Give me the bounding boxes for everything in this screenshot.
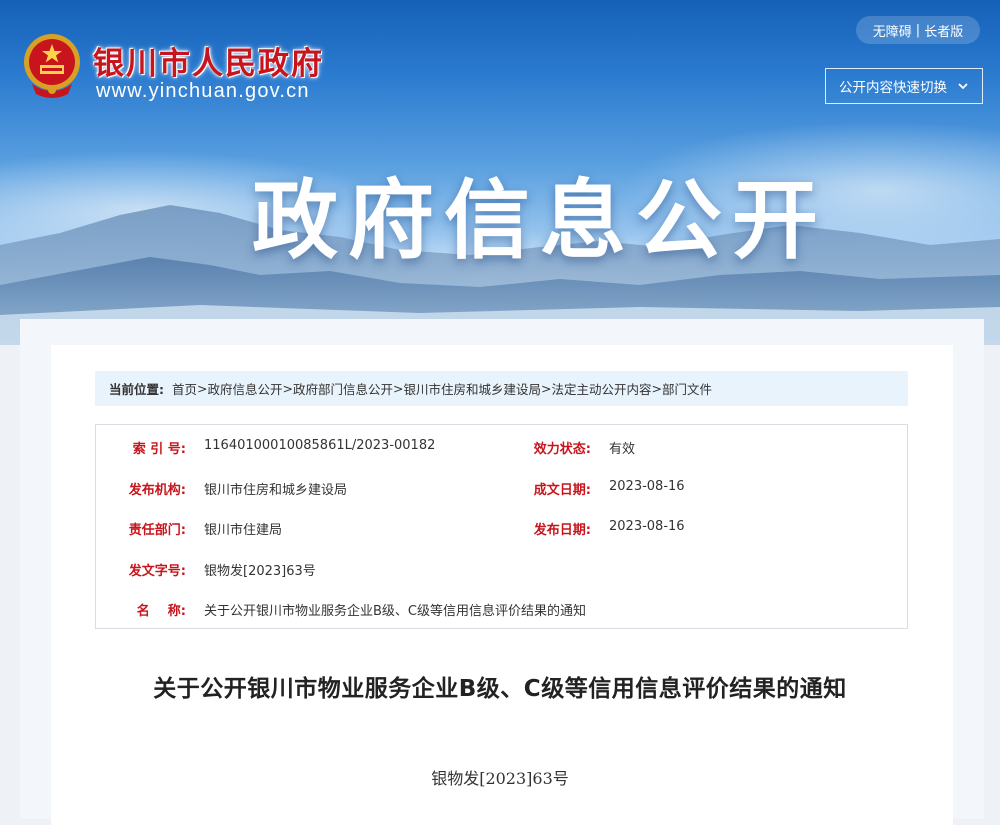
status-label: 效力状态:: [533, 442, 591, 457]
breadcrumb-separator: >: [651, 381, 662, 396]
created-date-label: 成文日期:: [533, 483, 591, 498]
breadcrumb: 当前位置: 首页 > 政府信息公开 > 政府部门信息公开 > 银川市住房和城乡建…: [95, 371, 908, 406]
site-name[interactable]: 银川市人民政府: [93, 38, 324, 83]
national-emblem-icon: [24, 34, 80, 98]
status-value: 有效: [609, 442, 636, 457]
breadcrumb-item-gov-info[interactable]: 政府信息公开: [208, 379, 283, 398]
breadcrumb-item-housing-bureau[interactable]: 银川市住房和城乡建设局: [404, 379, 542, 398]
quick-switch-dropdown[interactable]: 公开内容快速切换: [825, 68, 983, 104]
published-date-label: 发布日期:: [533, 523, 591, 538]
publisher-value: 银川市住房和城乡建设局: [204, 483, 348, 498]
banner-title: 政府信息公开: [252, 171, 828, 271]
name-label: 名 称:: [136, 604, 186, 619]
breadcrumb-item-statutory[interactable]: 法定主动公开内容: [552, 379, 652, 398]
dept-label: 责任部门:: [128, 523, 186, 538]
published-date-value: 2023-08-16: [609, 519, 685, 534]
header-banner: 银川市人民政府 www.yinchuan.gov.cn 无障碍 | 长者版 公开…: [0, 0, 1000, 345]
document-number: 银物发[2023]63号: [431, 769, 569, 788]
link-separator: |: [915, 22, 921, 38]
created-date-value: 2023-08-16: [609, 479, 685, 494]
doc-number-value: 银物发[2023]63号: [204, 564, 316, 579]
accessibility-links: 无障碍 | 长者版: [856, 16, 980, 44]
doc-number-label: 发文字号:: [128, 564, 186, 579]
site-url[interactable]: www.yinchuan.gov.cn: [96, 80, 310, 103]
breadcrumb-item-dept-info[interactable]: 政府部门信息公开: [293, 379, 393, 398]
index-value: 11640100010085861L/2023-00182: [204, 438, 436, 453]
breadcrumb-separator: >: [393, 381, 404, 396]
breadcrumb-item-dept-docs[interactable]: 部门文件: [662, 379, 712, 398]
breadcrumb-label: 当前位置:: [109, 382, 164, 397]
quick-switch-label: 公开内容快速切换: [839, 80, 947, 96]
publisher-label: 发布机构:: [128, 483, 186, 498]
name-value: 关于公开银川市物业服务企业B级、C级等信用信息评价结果的通知: [204, 604, 586, 619]
chevron-down-icon: [958, 83, 968, 90]
accessibility-link[interactable]: 无障碍: [873, 21, 912, 40]
document-title: 关于公开银川市物业服务企业B级、C级等信用信息评价结果的通知: [153, 676, 847, 702]
breadcrumb-item-home[interactable]: 首页: [172, 379, 197, 398]
elder-version-link[interactable]: 长者版: [924, 21, 963, 40]
breadcrumb-separator: >: [197, 381, 208, 396]
breadcrumb-separator: >: [541, 381, 552, 396]
breadcrumb-separator: >: [282, 381, 293, 396]
dept-value: 银川市住建局: [204, 523, 283, 538]
document-metadata-table: 索 引 号: 11640100010085861L/2023-00182 效力状…: [95, 424, 908, 629]
index-label: 索 引 号:: [132, 442, 186, 457]
